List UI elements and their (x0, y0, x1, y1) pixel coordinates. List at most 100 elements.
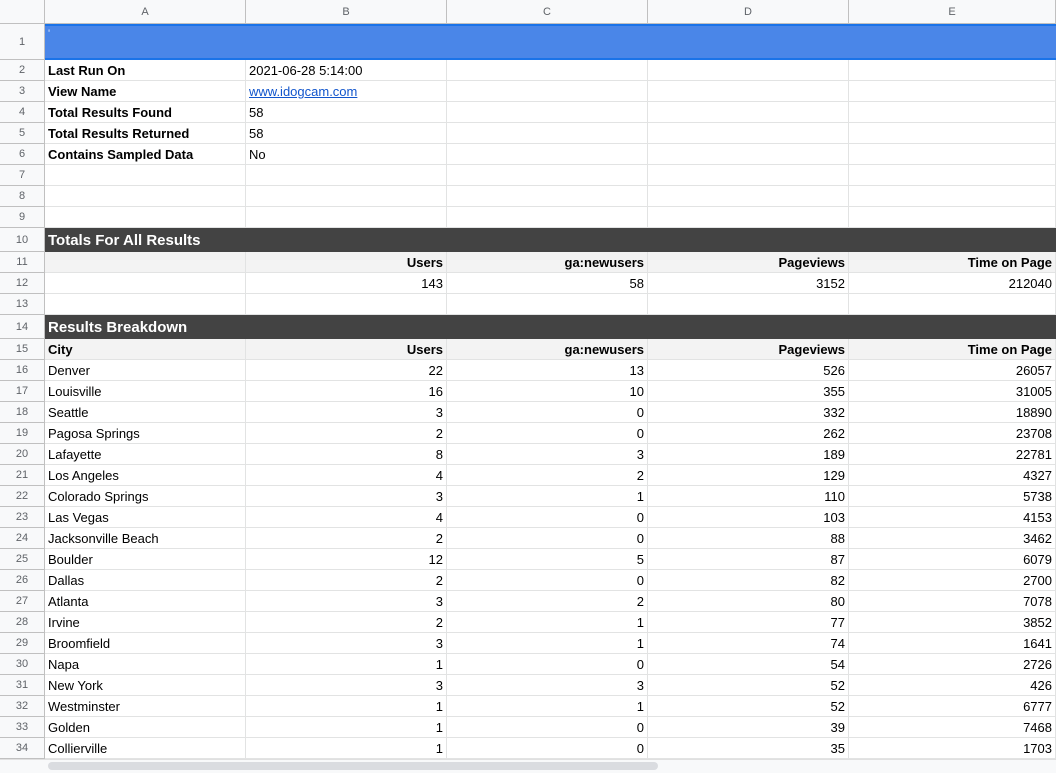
empty-cell[interactable] (849, 60, 1056, 81)
metric-cell[interactable]: 3 (447, 444, 648, 465)
metric-cell[interactable]: 2 (447, 465, 648, 486)
metric-cell[interactable]: 5 (447, 549, 648, 570)
empty-cell[interactable] (648, 207, 849, 228)
row-header-9[interactable]: 9 (0, 207, 45, 228)
row-header-16[interactable]: 16 (0, 360, 45, 381)
empty-cell[interactable] (246, 294, 447, 315)
metric-cell[interactable]: 4327 (849, 465, 1056, 486)
metric-cell[interactable]: 13 (447, 360, 648, 381)
empty-cell[interactable] (849, 165, 1056, 186)
empty-cell[interactable] (246, 207, 447, 228)
empty-cell[interactable] (447, 144, 648, 165)
row-header-8[interactable]: 8 (0, 186, 45, 207)
column-header-e[interactable]: E (849, 0, 1056, 24)
metric-cell[interactable]: 3852 (849, 612, 1056, 633)
totals-value[interactable]: 212040 (849, 273, 1056, 294)
breakdown-column-header[interactable]: Time on Page (849, 339, 1056, 360)
totals-column-header[interactable]: Time on Page (849, 252, 1056, 273)
metric-cell[interactable]: 4153 (849, 507, 1056, 528)
meta-label[interactable]: Contains Sampled Data (45, 144, 246, 165)
totals-section-title[interactable]: Totals For All Results (45, 228, 1056, 252)
empty-cell[interactable] (849, 81, 1056, 102)
row-header-17[interactable]: 17 (0, 381, 45, 402)
meta-value[interactable]: 2021-06-28 5:14:00 (246, 60, 447, 81)
meta-label[interactable]: Total Results Returned (45, 123, 246, 144)
city-cell[interactable]: Napa (45, 654, 246, 675)
metric-cell[interactable]: 88 (648, 528, 849, 549)
totals-value[interactable]: 143 (246, 273, 447, 294)
metric-cell[interactable]: 2 (447, 591, 648, 612)
metric-cell[interactable]: 23708 (849, 423, 1056, 444)
city-cell[interactable]: Collierville (45, 738, 246, 759)
metric-cell[interactable]: 80 (648, 591, 849, 612)
city-cell[interactable]: Dallas (45, 570, 246, 591)
row-header-28[interactable]: 28 (0, 612, 45, 633)
row-header-33[interactable]: 33 (0, 717, 45, 738)
empty-cell[interactable] (447, 123, 648, 144)
metric-cell[interactable]: 1 (246, 654, 447, 675)
metric-cell[interactable]: 3 (246, 402, 447, 423)
metric-cell[interactable]: 10 (447, 381, 648, 402)
metric-cell[interactable]: 0 (447, 738, 648, 759)
city-cell[interactable]: Louisville (45, 381, 246, 402)
city-cell[interactable]: Colorado Springs (45, 486, 246, 507)
row-header-15[interactable]: 15 (0, 339, 45, 360)
metric-cell[interactable]: 31005 (849, 381, 1056, 402)
empty-cell[interactable] (648, 60, 849, 81)
metric-cell[interactable]: 54 (648, 654, 849, 675)
metric-cell[interactable]: 82 (648, 570, 849, 591)
metric-cell[interactable]: 355 (648, 381, 849, 402)
metric-cell[interactable]: 0 (447, 507, 648, 528)
city-cell[interactable]: Pagosa Springs (45, 423, 246, 444)
city-cell[interactable]: Seattle (45, 402, 246, 423)
city-cell[interactable]: New York (45, 675, 246, 696)
metric-cell[interactable]: 16 (246, 381, 447, 402)
totals-column-header[interactable]: ga:newusers (447, 252, 648, 273)
row-header-12[interactable]: 12 (0, 273, 45, 294)
empty-cell[interactable] (447, 81, 648, 102)
metric-cell[interactable]: 1 (246, 717, 447, 738)
breakdown-column-header[interactable]: ga:newusers (447, 339, 648, 360)
row-header-21[interactable]: 21 (0, 465, 45, 486)
metric-cell[interactable]: 12 (246, 549, 447, 570)
empty-cell[interactable] (648, 81, 849, 102)
row-header-29[interactable]: 29 (0, 633, 45, 654)
view-name-link[interactable]: www.idogcam.com (246, 81, 447, 102)
column-header-c[interactable]: C (447, 0, 648, 24)
metric-cell[interactable]: 22 (246, 360, 447, 381)
metric-cell[interactable]: 0 (447, 654, 648, 675)
metric-cell[interactable]: 2 (246, 570, 447, 591)
metric-cell[interactable]: 8 (246, 444, 447, 465)
metric-cell[interactable]: 426 (849, 675, 1056, 696)
empty-cell[interactable] (648, 294, 849, 315)
metric-cell[interactable]: 103 (648, 507, 849, 528)
row-header-4[interactable]: 4 (0, 102, 45, 123)
row-header-20[interactable]: 20 (0, 444, 45, 465)
select-all-corner[interactable] (0, 0, 45, 24)
row-header-32[interactable]: 32 (0, 696, 45, 717)
empty-cell[interactable] (447, 60, 648, 81)
breakdown-column-header[interactable]: City (45, 339, 246, 360)
empty-cell[interactable] (648, 144, 849, 165)
metric-cell[interactable]: 18890 (849, 402, 1056, 423)
metric-cell[interactable]: 77 (648, 612, 849, 633)
metric-cell[interactable]: 2 (246, 423, 447, 444)
column-header-b[interactable]: B (246, 0, 447, 24)
column-header-a[interactable]: A (45, 0, 246, 24)
metric-cell[interactable]: 22781 (849, 444, 1056, 465)
metric-cell[interactable]: 52 (648, 696, 849, 717)
metric-cell[interactable]: 526 (648, 360, 849, 381)
metric-cell[interactable]: 39 (648, 717, 849, 738)
metric-cell[interactable]: 1 (447, 633, 648, 654)
horizontal-scrollbar[interactable] (0, 759, 1056, 773)
city-cell[interactable]: Jacksonville Beach (45, 528, 246, 549)
metric-cell[interactable]: 2700 (849, 570, 1056, 591)
metric-cell[interactable]: 3 (246, 591, 447, 612)
row-header-6[interactable]: 6 (0, 144, 45, 165)
metric-cell[interactable]: 6079 (849, 549, 1056, 570)
meta-value[interactable]: 58 (246, 102, 447, 123)
empty-cell[interactable] (447, 165, 648, 186)
metric-cell[interactable]: 4 (246, 507, 447, 528)
row-header-10[interactable]: 10 (0, 228, 45, 252)
empty-cell[interactable] (447, 207, 648, 228)
